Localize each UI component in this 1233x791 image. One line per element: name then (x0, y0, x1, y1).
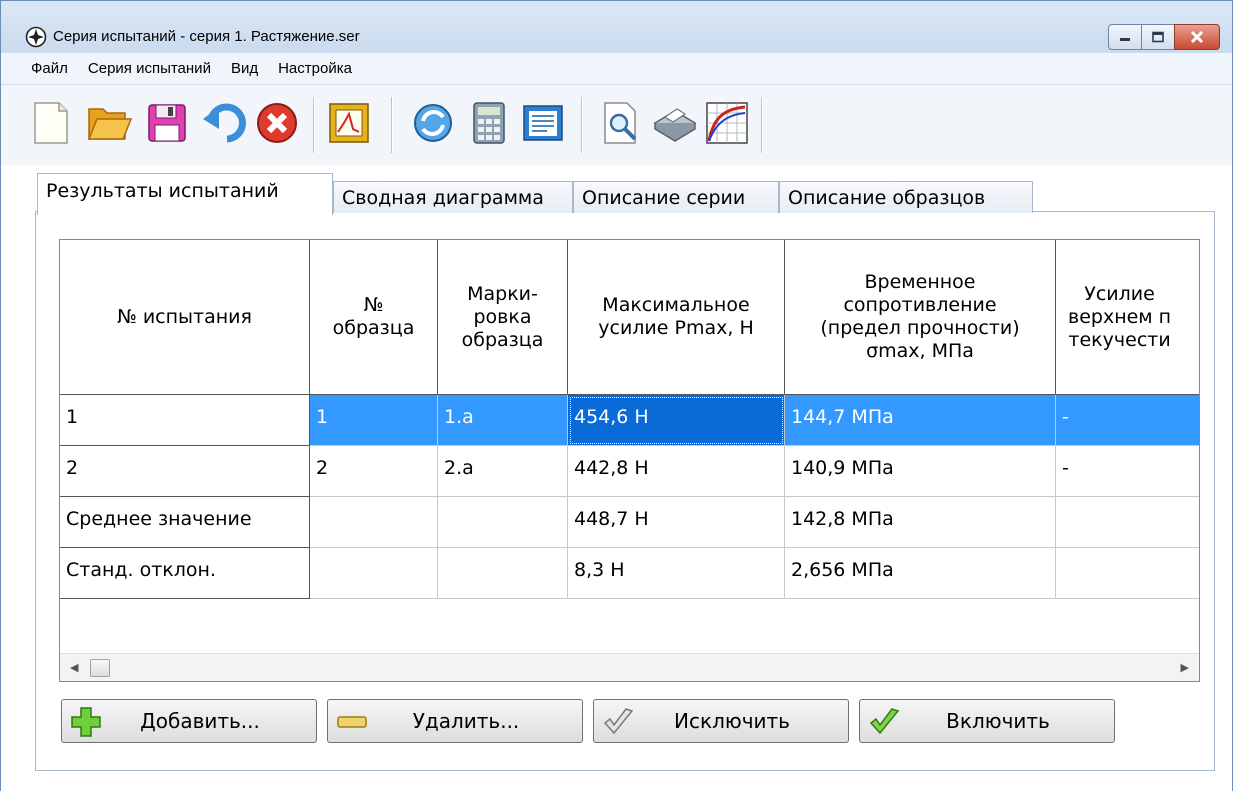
curve-chart-icon[interactable] (703, 99, 751, 147)
menu-test-series[interactable]: Серия испытаний (88, 60, 211, 77)
toolbar-separator (313, 97, 315, 153)
toolbar-separator (581, 97, 583, 153)
table-cell[interactable]: - (1056, 395, 1199, 446)
close-circle-icon[interactable] (253, 99, 301, 147)
add-button-label: Добавить... (140, 709, 260, 733)
table-cell[interactable]: 448,7 Н (568, 497, 785, 548)
table-cell[interactable] (438, 497, 568, 548)
include-button[interactable]: Включить (859, 699, 1115, 743)
include-button-label: Включить (946, 709, 1050, 733)
table-cell[interactable] (310, 497, 438, 548)
calculator-icon[interactable] (465, 99, 513, 147)
table-cell[interactable]: 442,8 Н (568, 446, 785, 497)
tab-test-results[interactable]: Результаты испытаний (37, 173, 333, 215)
refresh-icon[interactable] (409, 99, 457, 147)
close-icon (1190, 30, 1204, 44)
column-header-sample-marking[interactable]: Марки- ровка образца (438, 240, 568, 395)
tab-series-description[interactable]: Описание серии (573, 181, 779, 213)
results-table[interactable]: № испытания № образца Марки- ровка образ… (59, 239, 1200, 682)
scroll-right-arrow-icon[interactable]: ▶ (1181, 661, 1189, 674)
maximize-button[interactable] (1141, 24, 1175, 50)
table-cell[interactable]: 1 (310, 395, 438, 446)
delete-button[interactable]: Удалить... (327, 699, 583, 743)
table-cell[interactable]: - (1056, 446, 1199, 497)
table-cell[interactable]: 2.a (438, 446, 568, 497)
row-header[interactable]: 2 (60, 446, 310, 497)
header-label: Усилие верхнем п текучести (1068, 282, 1172, 351)
column-header-test-number[interactable]: № испытания (60, 240, 310, 395)
chart-frame-icon[interactable] (325, 99, 373, 147)
menu-view[interactable]: Вид (231, 60, 258, 77)
row-header[interactable]: Станд. отклон. (60, 548, 310, 599)
column-header-tensile-strength[interactable]: Временное сопротивление (предел прочност… (785, 240, 1056, 395)
header-label: Временное сопротивление (предел прочност… (820, 271, 1020, 362)
row-header[interactable]: Среднее значение (60, 497, 310, 548)
scroll-left-arrow-icon[interactable]: ◀ (70, 661, 78, 674)
table-cell[interactable] (310, 548, 438, 599)
exclude-button[interactable]: Исключить (593, 699, 849, 743)
maximize-icon (1152, 31, 1164, 43)
add-button[interactable]: Добавить... (61, 699, 317, 743)
table-cell[interactable] (1056, 497, 1199, 548)
toolbar-separator (761, 97, 763, 153)
header-label: № испытания (117, 305, 252, 328)
table-cell[interactable]: 2 (310, 446, 438, 497)
table-cell[interactable]: 2,656 МПа (785, 548, 1056, 599)
scrollbar-thumb[interactable] (90, 659, 110, 677)
save-icon[interactable] (143, 99, 191, 147)
menu-bar: Файл Серия испытаний Вид Настройка (1, 53, 1232, 85)
tab-samples-description[interactable]: Описание образцов (779, 181, 1033, 213)
window-title: Серия испытаний - серия 1. Растяжение.se… (53, 28, 360, 45)
title-bar: Серия испытаний - серия 1. Растяжение.se… (1, 1, 1232, 53)
close-button[interactable] (1174, 24, 1220, 50)
print-icon[interactable] (651, 99, 699, 147)
app-window: Серия испытаний - серия 1. Растяжение.se… (0, 0, 1233, 791)
table-cell-focused[interactable]: 454,6 Н (568, 395, 785, 446)
menu-settings[interactable]: Настройка (278, 60, 352, 77)
toolbar (1, 85, 1232, 165)
minimize-icon (1120, 38, 1130, 41)
undo-icon[interactable] (201, 99, 249, 147)
table-cell[interactable]: 142,8 МПа (785, 497, 1056, 548)
exclude-button-label: Исключить (674, 709, 790, 733)
table-cell[interactable] (438, 548, 568, 599)
minimize-button[interactable] (1108, 24, 1142, 50)
toolbar-separator (391, 97, 393, 153)
column-header-max-force[interactable]: Максимальное усилие Pmax, Н (568, 240, 785, 395)
column-header-upper-yield-force[interactable]: Усилие верхнем п текучести (1056, 240, 1199, 395)
tab-summary-diagram[interactable]: Сводная диаграмма (333, 181, 573, 213)
table-cell[interactable]: 140,9 МПа (785, 446, 1056, 497)
horizontal-scrollbar[interactable]: ◀ ▶ (60, 653, 1199, 681)
new-icon[interactable] (27, 99, 75, 147)
app-icon (25, 26, 47, 48)
table-cell[interactable]: 1.a (438, 395, 568, 446)
column-header-sample-number[interactable]: № образца (310, 240, 438, 395)
report-icon[interactable] (519, 99, 567, 147)
header-label: № образца (332, 294, 415, 339)
table-cell[interactable]: 144,7 МПа (785, 395, 1056, 446)
menu-file[interactable]: Файл (31, 60, 68, 77)
row-header[interactable]: 1 (60, 395, 310, 446)
header-label: Максимальное усилие Pmax, Н (598, 294, 754, 339)
table-cell[interactable] (1056, 548, 1199, 599)
delete-button-label: Удалить... (412, 709, 520, 733)
header-label: Марки- ровка образца (461, 282, 544, 351)
preview-icon[interactable] (597, 99, 645, 147)
table-cell[interactable]: 8,3 Н (568, 548, 785, 599)
open-folder-icon[interactable] (85, 99, 133, 147)
window-controls (1108, 24, 1220, 50)
